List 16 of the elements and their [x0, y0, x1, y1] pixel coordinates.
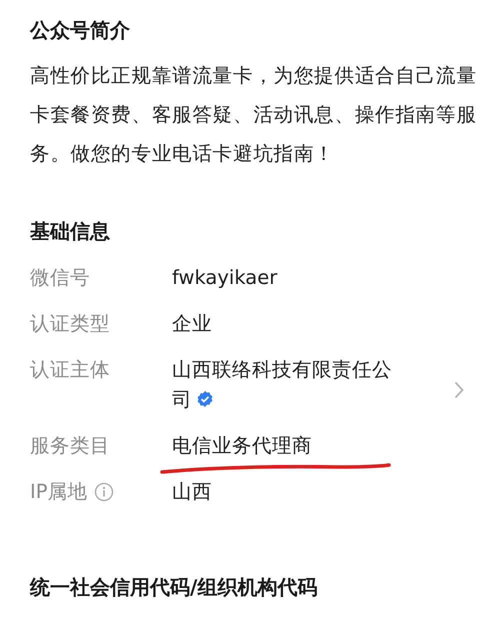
info-label: 认证类型 [30, 311, 110, 337]
info-label: 认证主体 [30, 357, 110, 383]
info-value: 电信业务代理商 [172, 434, 312, 457]
section-heading: 基础信息 [30, 218, 111, 245]
intro-paragraph: 高性价比正规靠谱流量卡，为您提供适合自己流量卡套餐资费、客服答疑、活动讯息、操作指南等服务。做您的专业电话卡避坑指南！ [30, 63, 478, 167]
info-label: IP属地 [30, 479, 88, 505]
chevron-right-icon[interactable] [454, 381, 464, 399]
info-value: 企业 [172, 312, 212, 335]
info-label: 微信号 [30, 265, 90, 291]
info-icon[interactable] [94, 482, 114, 502]
info-label: 服务类目 [30, 433, 110, 459]
section-heading: 公众号简介 [30, 17, 131, 44]
info-value: fwkayikaer [172, 266, 278, 289]
info-value: 山西联络科技有限责任公司 [172, 358, 392, 411]
section-heading: 统一社会信用代码/组织机构代码 [30, 574, 318, 601]
info-value: 山西 [172, 480, 212, 503]
